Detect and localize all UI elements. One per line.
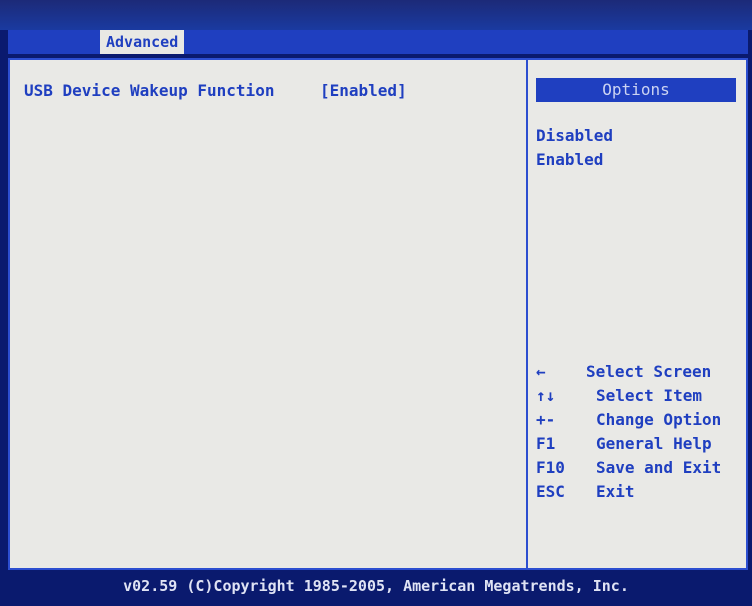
help-desc: Change Option [596,410,722,429]
setting-value[interactable]: [Enabled] [320,80,407,102]
bios-screen: USB Device Wakeup Function [Enabled] Opt… [8,58,748,570]
help-desc: Exit [596,482,635,501]
help-desc: Select Item [596,386,702,405]
tab-advanced[interactable]: Advanced [100,30,184,54]
options-header: Options [536,78,736,102]
help-row-general-help: F1 General Help [536,432,746,456]
help-row-select-item: ↑↓ Select Item [536,384,746,408]
esc-key: ESC [536,482,565,501]
help-desc: General Help [596,434,712,453]
help-row-save-exit: F10 Save and Exit [536,456,746,480]
setting-label: USB Device Wakeup Function [24,81,275,100]
settings-pane: USB Device Wakeup Function [Enabled] [10,60,526,568]
options-list: Disabled Enabled [536,124,613,172]
plus-minus-key: +- [536,410,556,429]
f10-key: F10 [536,458,565,477]
help-row-exit: ESC Exit [536,480,746,504]
help-desc: Select Screen [586,362,712,381]
copyright-footer: v02.59 (C)Copyright 1985-2005, American … [123,577,629,595]
help-desc: Save and Exit [596,458,722,477]
help-pane: Options Disabled Enabled ← Select Screen… [528,60,746,568]
option-enabled[interactable]: Enabled [536,148,613,172]
f1-key: F1 [536,434,556,453]
help-row-change-option: +- Change Option [536,408,746,432]
setting-row-usb-wakeup[interactable]: USB Device Wakeup Function [Enabled] [24,80,514,102]
tab-bar: Advanced [8,30,748,54]
key-help: ← Select Screen ↑↓ Select Item +- Change… [536,360,746,504]
up-down-arrow-key-icon: ↑↓ [536,386,556,405]
help-row-select-screen: ← Select Screen [536,360,746,384]
option-disabled[interactable]: Disabled [536,124,613,148]
left-arrow-key-icon: ← [536,362,546,381]
top-strip [0,0,752,30]
